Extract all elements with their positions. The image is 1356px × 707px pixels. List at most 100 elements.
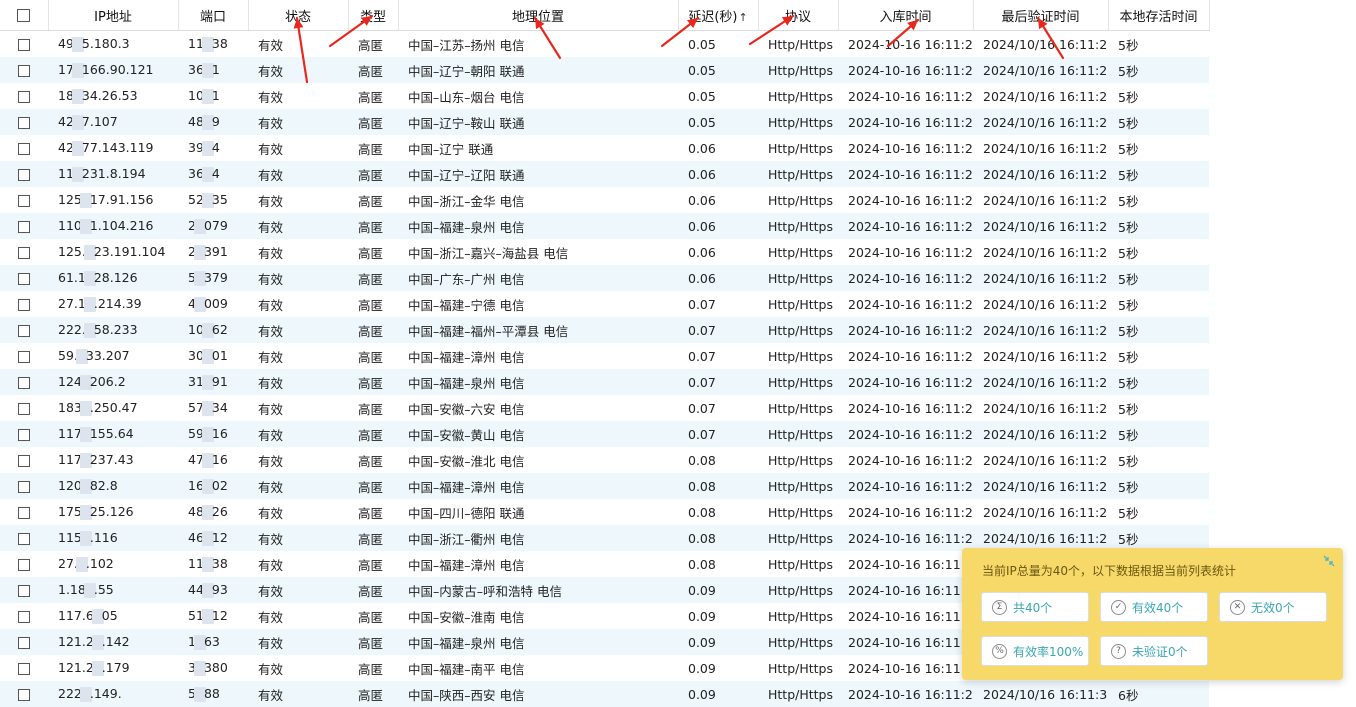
- cell-in-time: 2024-10-16 16:11:24: [838, 447, 973, 473]
- row-checkbox-cell[interactable]: [0, 30, 48, 57]
- header-port[interactable]: 端口: [178, 0, 249, 31]
- row-checkbox-cell[interactable]: [0, 395, 48, 421]
- row-checkbox-cell[interactable]: [0, 603, 48, 629]
- row-checkbox[interactable]: [18, 325, 30, 337]
- port-part-b: 34: [211, 400, 228, 415]
- cell-delay: 0.08: [678, 447, 758, 473]
- table-row[interactable]: 110 1.104.216 2 079 有效 高匿 中国–福建–泉州 电信 0.06 Http/…: [0, 213, 1209, 239]
- row-checkbox[interactable]: [18, 351, 30, 363]
- row-checkbox[interactable]: [18, 195, 30, 207]
- table-row[interactable]: 222 .149. 5 88 有效 高匿 中国–陕西–西安 电信 0.09 Http/Https…: [0, 681, 1209, 707]
- row-checkbox-cell[interactable]: [0, 421, 48, 447]
- stat-button-question-circle[interactable]: ? 未验证0个: [1100, 636, 1208, 666]
- row-checkbox-cell[interactable]: [0, 135, 48, 161]
- table-row[interactable]: 42 77.143.119 39 4 有效 高匿 中国–辽宁 联通 0.06 Http/Http…: [0, 135, 1209, 161]
- table-row[interactable]: 27.1 .214.39 4 009 有效 高匿 中国–福建–宁德 电信 0.07 Http/H…: [0, 291, 1209, 317]
- row-checkbox-cell[interactable]: [0, 525, 48, 551]
- header-alive-time[interactable]: 本地存活时间: [1108, 0, 1210, 31]
- row-checkbox-cell[interactable]: [0, 447, 48, 473]
- row-checkbox-cell[interactable]: [0, 291, 48, 317]
- row-checkbox[interactable]: [18, 533, 30, 545]
- table-row[interactable]: 183 .250.47 57 34 有效 高匿 中国–安徽–六安 电信 0.07 Http/Ht…: [0, 395, 1209, 421]
- row-checkbox[interactable]: [18, 273, 30, 285]
- table-row[interactable]: 17 166.90.121 36 1 有效 高匿 中国–辽宁–朝阳 联通 0.05 Http/H…: [0, 57, 1209, 83]
- table-row[interactable]: 117 237.43 47 16 有效 高匿 中国–安徽–淮北 电信 0.08 Http/Htt…: [0, 447, 1209, 473]
- stat-button-check-circle[interactable]: ✓ 有效40个: [1100, 592, 1208, 622]
- row-checkbox[interactable]: [18, 39, 30, 51]
- table-row[interactable]: 125 17.91.156 52 35 有效 高匿 中国–浙江–金华 电信 0.06 Http/…: [0, 187, 1209, 213]
- row-checkbox-cell[interactable]: [0, 317, 48, 343]
- row-checkbox-cell[interactable]: [0, 369, 48, 395]
- header-type[interactable]: 类型: [348, 0, 399, 31]
- row-checkbox[interactable]: [18, 143, 30, 155]
- row-checkbox-cell[interactable]: [0, 239, 48, 265]
- row-checkbox[interactable]: [18, 403, 30, 415]
- header-delay[interactable]: 延迟(秒)↑: [678, 0, 759, 31]
- table-row[interactable]: 222. 58.233 10 62 有效 高匿 中国–福建–福州–平潭县 电信 0.07 Htt…: [0, 317, 1209, 343]
- row-checkbox[interactable]: [18, 429, 30, 441]
- row-checkbox[interactable]: [18, 221, 30, 233]
- row-checkbox-cell[interactable]: [0, 57, 48, 83]
- row-checkbox[interactable]: [18, 585, 30, 597]
- table-row[interactable]: 125. 23.191.104 2 391 有效 高匿 中国–浙江–嘉兴–海盐县 电信 0.0…: [0, 239, 1209, 265]
- row-checkbox[interactable]: [18, 663, 30, 675]
- row-checkbox-cell[interactable]: [0, 109, 48, 135]
- cell-protocol: Http/Https: [758, 577, 838, 603]
- row-checkbox[interactable]: [18, 247, 30, 259]
- row-checkbox-cell[interactable]: [0, 265, 48, 291]
- cell-in-time: 2024-10-16 16:11:24: [838, 187, 973, 213]
- table-row[interactable]: 18 34.26.53 10 1 有效 高匿 中国–山东–烟台 电信 0.05 Http/Htt…: [0, 83, 1209, 109]
- row-checkbox[interactable]: [18, 611, 30, 623]
- table-row[interactable]: 117 155.64 59 16 有效 高匿 中国–安徽–黄山 电信 0.07 Http/Htt…: [0, 421, 1209, 447]
- header-protocol[interactable]: 协议: [758, 0, 839, 31]
- row-checkbox-cell[interactable]: [0, 577, 48, 603]
- stat-button-x-circle[interactable]: ✕ 无效0个: [1219, 592, 1327, 622]
- cell-delay: 0.08: [678, 473, 758, 499]
- row-checkbox-cell[interactable]: [0, 343, 48, 369]
- table-row[interactable]: 120 82.8 16 02 有效 高匿 中国–福建–漳州 电信 0.08 Http/Https…: [0, 473, 1209, 499]
- row-checkbox[interactable]: [18, 91, 30, 103]
- table-row[interactable]: 59. 33.207 30 01 有效 高匿 中国–福建–漳州 电信 0.07 Http/Htt…: [0, 343, 1209, 369]
- table-row[interactable]: 11 231.8.194 36 4 有效 高匿 中国–辽宁–辽阳 联通 0.06 Http/Ht…: [0, 161, 1209, 187]
- row-checkbox-cell[interactable]: [0, 187, 48, 213]
- row-checkbox-cell[interactable]: [0, 499, 48, 525]
- row-checkbox[interactable]: [18, 507, 30, 519]
- row-checkbox[interactable]: [18, 481, 30, 493]
- row-checkbox[interactable]: [18, 377, 30, 389]
- row-checkbox[interactable]: [18, 559, 30, 571]
- row-checkbox-cell[interactable]: [0, 629, 48, 655]
- cell-status: 有效: [248, 109, 348, 135]
- header-location[interactable]: 地理位置: [398, 0, 679, 31]
- row-checkbox[interactable]: [18, 169, 30, 181]
- table-row[interactable]: 49 5.180.3 11 38 有效 高匿 中国–江苏–扬州 电信 0.05 Http/Htt…: [0, 30, 1209, 57]
- row-checkbox-cell[interactable]: [0, 551, 48, 577]
- row-checkbox-cell[interactable]: [0, 161, 48, 187]
- header-verify-time[interactable]: 最后验证时间: [973, 0, 1109, 31]
- row-checkbox[interactable]: [18, 117, 30, 129]
- port-part-b: 62: [211, 322, 228, 337]
- collapse-icon[interactable]: [1322, 554, 1336, 568]
- row-checkbox[interactable]: [18, 299, 30, 311]
- row-checkbox[interactable]: [18, 455, 30, 467]
- select-all-checkbox[interactable]: [0, 0, 49, 31]
- header-in-time[interactable]: 入库时间: [838, 0, 974, 31]
- row-checkbox-cell[interactable]: [0, 681, 48, 707]
- row-checkbox[interactable]: [18, 689, 30, 701]
- row-checkbox-cell[interactable]: [0, 83, 48, 109]
- table-row[interactable]: 124 206.2 31 91 有效 高匿 中国–福建–泉州 电信 0.07 Http/Http…: [0, 369, 1209, 395]
- header-ip[interactable]: IP地址: [48, 0, 179, 31]
- row-checkbox-cell[interactable]: [0, 473, 48, 499]
- row-checkbox-cell[interactable]: [0, 213, 48, 239]
- row-checkbox[interactable]: [18, 637, 30, 649]
- cell-status: 有效: [248, 447, 348, 473]
- cell-delay: 0.09: [678, 577, 758, 603]
- row-checkbox[interactable]: [18, 65, 30, 77]
- table-row[interactable]: 61.1 28.126 5 379 有效 高匿 中国–广东–广州 电信 0.06 Http/Ht…: [0, 265, 1209, 291]
- table-row[interactable]: 175 25.126 48 26 有效 高匿 中国–四川–德阳 联通 0.08 Http/Htt…: [0, 499, 1209, 525]
- table-row[interactable]: 42 7.107 48 9 有效 高匿 中国–辽宁–鞍山 联通 0.05 Http/Https 2…: [0, 109, 1209, 135]
- checkbox[interactable]: [17, 8, 31, 22]
- stat-button-percent[interactable]: % 有效率100%: [981, 636, 1089, 666]
- row-checkbox-cell[interactable]: [0, 655, 48, 681]
- header-status[interactable]: 状态: [248, 0, 349, 31]
- stat-button-sum[interactable]: Σ 共40个: [981, 592, 1089, 622]
